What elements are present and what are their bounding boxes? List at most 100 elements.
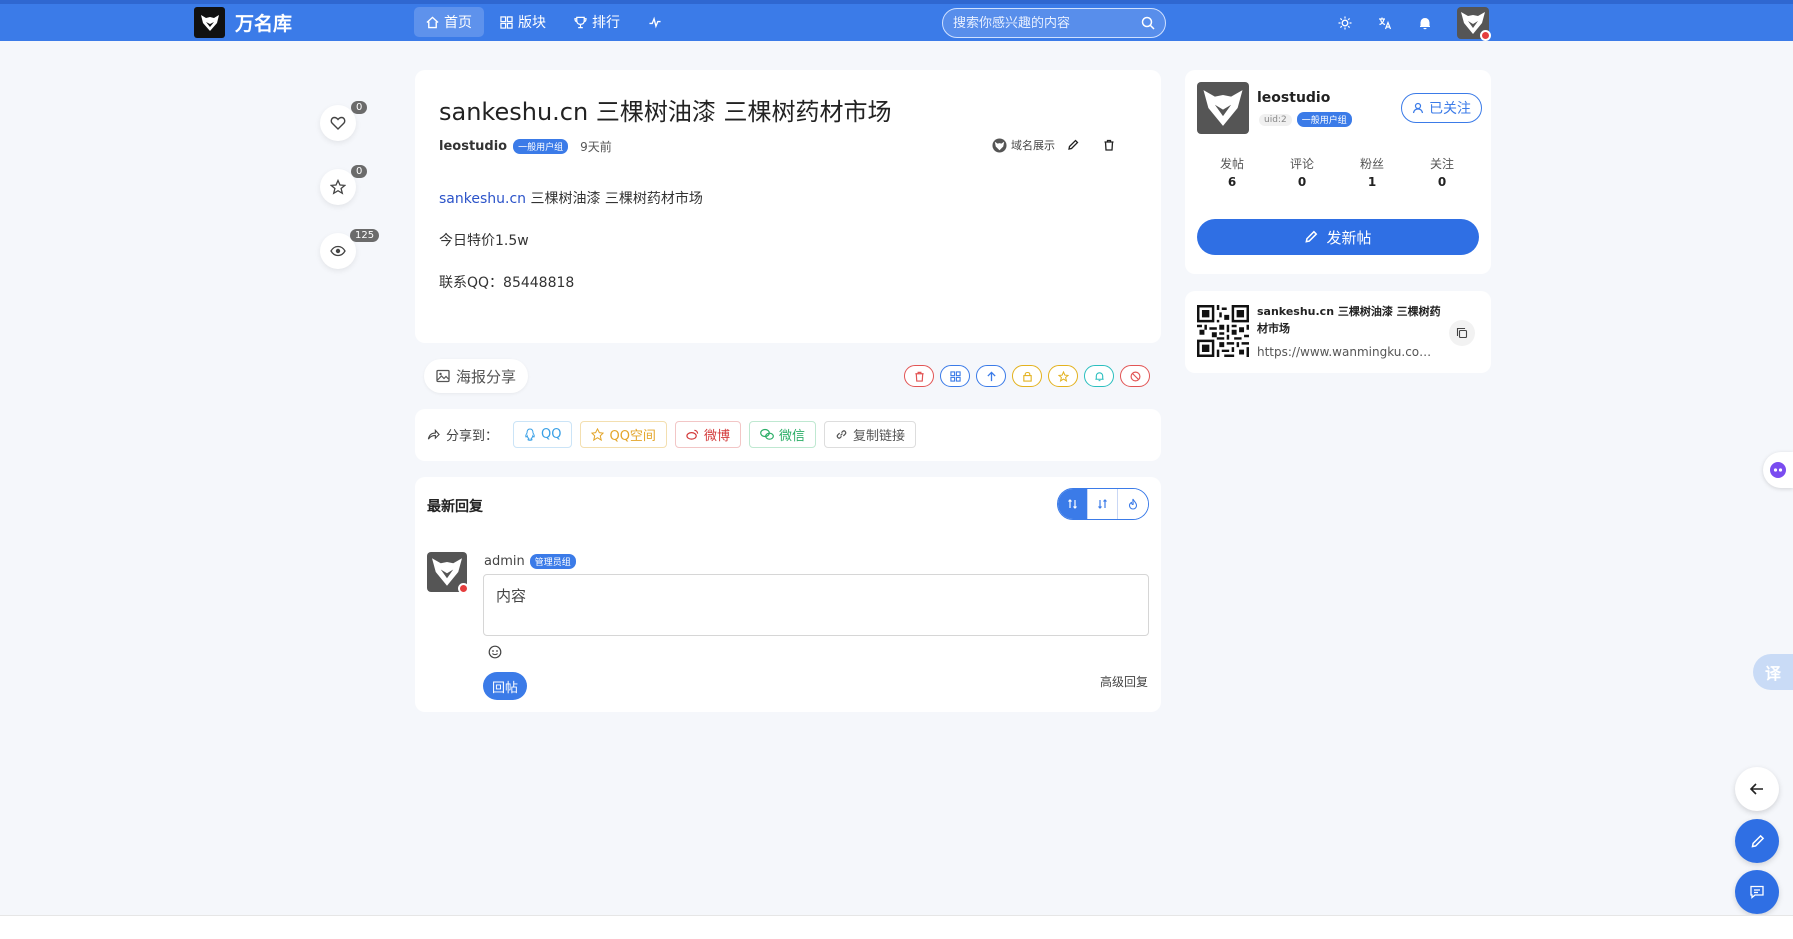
post-body-rest: 三棵树油漆 三棵树药材市场 (526, 191, 703, 207)
user-avatar[interactable] (1457, 7, 1491, 41)
qzone-icon (591, 428, 605, 441)
favorite-button[interactable] (320, 169, 356, 205)
follow-label: 已关注 (1429, 101, 1471, 117)
emoji-icon[interactable] (488, 645, 502, 659)
star-icon (330, 179, 346, 195)
mod-lock-button[interactable] (1012, 365, 1042, 387)
theme-toggle-sun-icon[interactable] (1336, 14, 1354, 32)
post-meta: leostudio 一般用户组 9天前 (439, 138, 612, 155)
nav-home[interactable]: 首页 (414, 7, 484, 37)
notification-bell-icon[interactable] (1416, 14, 1434, 32)
nav-forums[interactable]: 版块 (488, 7, 558, 37)
reply-user-name[interactable]: admin (484, 554, 525, 569)
follow-button[interactable]: 已关注 (1401, 93, 1482, 123)
post-body-line-1: sankeshu.cn 三棵树油漆 三棵树药材市场 (439, 178, 703, 220)
stat-comments-value: 0 (1297, 175, 1307, 189)
share-wechat-button[interactable]: 微信 (748, 421, 816, 448)
status-dot-icon (1480, 30, 1491, 41)
mod-delete-button[interactable] (904, 365, 934, 387)
edit-pencil-icon[interactable] (1067, 139, 1079, 151)
float-new-post-button[interactable] (1735, 819, 1779, 863)
flame-icon (1128, 498, 1138, 510)
mod-notify-button[interactable] (1084, 365, 1114, 387)
copy-link-button[interactable]: 复制链接 (823, 421, 916, 448)
float-message-button[interactable] (1735, 870, 1779, 914)
mod-top-button[interactable] (976, 365, 1006, 387)
share-weibo-button[interactable]: 微博 (674, 421, 741, 448)
profile-stats: 发帖 6 评论 0 粉丝 1 关注 0 (1197, 155, 1477, 189)
advanced-reply-link[interactable]: 高级回复 (1100, 673, 1148, 690)
lock-icon (1022, 371, 1032, 382)
mod-move-button[interactable] (940, 365, 970, 387)
view-count: 125 (350, 229, 380, 242)
bell-icon (1094, 371, 1104, 381)
pulse-icon (649, 16, 661, 28)
profile-avatar[interactable] (1197, 82, 1249, 134)
sort-asc-button[interactable] (1058, 489, 1088, 519)
copy-link-label: 复制链接 (852, 429, 905, 444)
submit-reply-button[interactable]: 回帖 (483, 672, 527, 700)
top-navbar: 万名库 首页 版块 排行 (0, 0, 1793, 41)
grid-icon (949, 370, 961, 382)
nav-home-label: 首页 (444, 15, 472, 31)
footer-strip (0, 915, 1793, 939)
reply-user-avatar[interactable] (427, 552, 469, 594)
logo-icon (194, 7, 225, 38)
arrow-left-icon (1749, 783, 1763, 795)
copy-url-button[interactable] (1449, 320, 1475, 346)
share-qzone-button[interactable]: QQ空间 (580, 421, 667, 448)
assistant-float-button[interactable] (1763, 452, 1793, 488)
site-logo[interactable]: 万名库 (194, 7, 292, 38)
profile-group-badge: 一般用户组 (1296, 112, 1352, 127)
share-qq-button[interactable]: QQ (513, 421, 573, 448)
share-wechat-label: 微信 (778, 429, 805, 444)
heart-icon (330, 116, 346, 130)
poster-share-button[interactable]: 海报分享 (424, 359, 529, 393)
replies-title: 最新回复 (427, 499, 483, 515)
post-author[interactable]: leostudio (439, 139, 507, 154)
post-body-site[interactable]: sankeshu.cn (439, 191, 526, 207)
translate-label: 译 (1764, 664, 1781, 683)
share-qzone-label: QQ空间 (609, 429, 656, 444)
ban-icon (1130, 371, 1140, 381)
language-icon[interactable] (1376, 14, 1394, 32)
post-body: sankeshu.cn 三棵树油漆 三棵树药材市场 今日特价1.5w 联系QQ：… (439, 178, 703, 304)
stat-comments[interactable]: 评论 0 (1272, 155, 1332, 189)
favorite-count: 0 (351, 165, 368, 178)
user-icon (1412, 102, 1424, 114)
stat-posts[interactable]: 发帖 6 (1202, 155, 1262, 189)
new-post-button[interactable]: 发新帖 (1197, 219, 1479, 255)
search-input[interactable] (953, 15, 1133, 31)
star-icon (1057, 370, 1069, 382)
back-button[interactable] (1735, 767, 1779, 811)
stat-comments-label: 评论 (1289, 157, 1314, 171)
like-count: 0 (351, 101, 368, 114)
profile-name[interactable]: leostudio (1257, 90, 1330, 106)
nav-activity[interactable] (636, 7, 674, 37)
mod-feature-button[interactable] (1048, 365, 1078, 387)
trophy-icon (574, 16, 587, 28)
author-group-badge: 一般用户组 (513, 139, 569, 154)
forum-link[interactable]: 域名展示 (992, 137, 1055, 153)
stat-fans[interactable]: 粉丝 1 (1342, 155, 1402, 189)
poster-share-label: 海报分享 (456, 367, 517, 386)
share-buttons: QQ QQ空间 微博 微信 复制链接 (513, 421, 916, 448)
search-icon[interactable] (1141, 16, 1155, 30)
stat-following[interactable]: 关注 0 (1412, 155, 1472, 189)
stat-following-value: 0 (1437, 175, 1447, 189)
sort-desc-button[interactable] (1088, 489, 1118, 519)
stat-fans-value: 1 (1367, 175, 1377, 189)
link-icon (836, 430, 847, 439)
mod-ban-button[interactable] (1120, 365, 1150, 387)
nav-ranking[interactable]: 排行 (562, 7, 632, 37)
post-body-price: 今日特价1.5w (439, 233, 529, 249)
profile-uid: uid:2 (1259, 113, 1292, 126)
sort-asc-icon (1067, 499, 1077, 509)
sort-hot-button[interactable] (1118, 489, 1148, 519)
share-link-url[interactable]: https://www.wanmingku.com/... (1257, 345, 1442, 359)
like-button[interactable] (320, 105, 356, 141)
reply-textarea[interactable] (483, 574, 1149, 636)
translate-float-button[interactable]: 译 (1753, 654, 1793, 690)
delete-trash-icon[interactable] (1103, 139, 1115, 151)
stat-posts-label: 发帖 (1219, 157, 1244, 171)
